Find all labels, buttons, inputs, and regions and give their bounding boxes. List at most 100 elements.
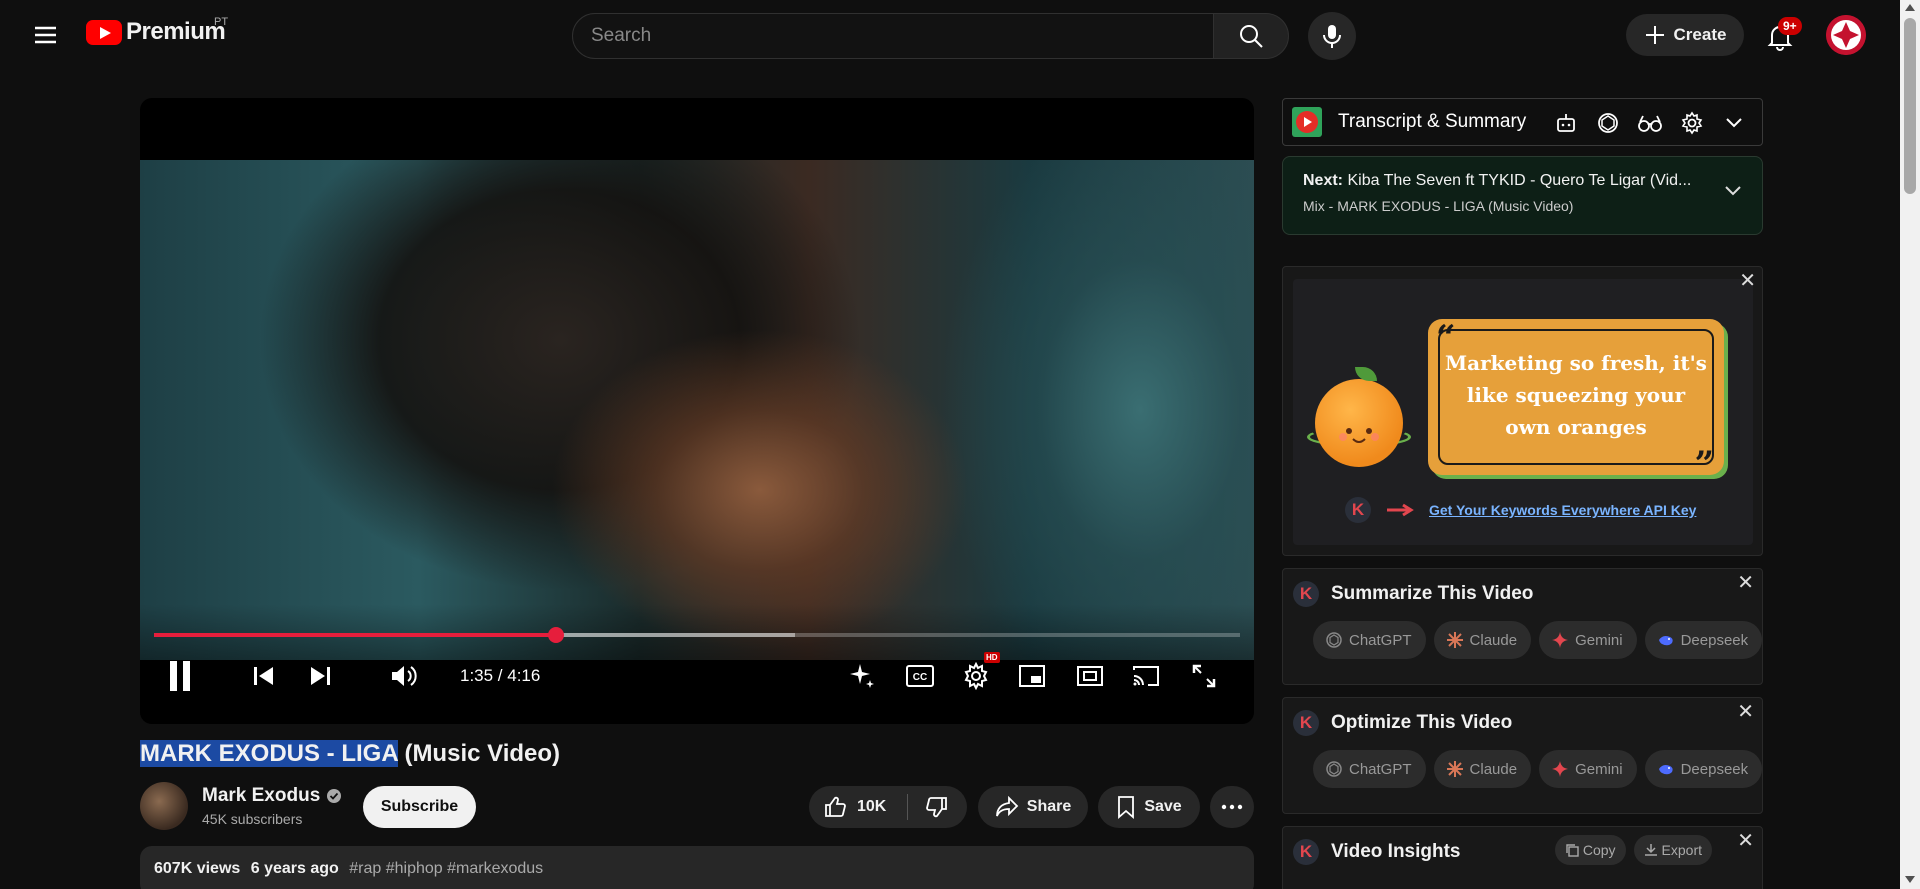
transcript-summary-bar[interactable]: Transcript & Summary xyxy=(1282,98,1763,146)
gemini-icon xyxy=(1551,760,1569,778)
settings-gear-icon[interactable] xyxy=(1678,109,1706,137)
youtube-logo-icon xyxy=(86,19,122,45)
captions-button[interactable]: CC xyxy=(900,654,940,698)
skip-next-icon xyxy=(311,667,330,685)
fullscreen-button[interactable] xyxy=(1184,654,1224,698)
dislike-button[interactable] xyxy=(908,786,966,828)
cast-button[interactable] xyxy=(1126,654,1166,698)
next-button[interactable] xyxy=(300,654,340,698)
progress-bar[interactable] xyxy=(154,627,1240,643)
like-dislike-group: 10K xyxy=(809,786,967,828)
ai-label: Gemini xyxy=(1575,631,1623,649)
logo-text: Premium xyxy=(126,18,226,45)
video-title-rest: (Music Video) xyxy=(397,740,561,767)
ad-banner[interactable]: “ Marketing so fresh, it's like squeezin… xyxy=(1293,279,1753,545)
chatgpt-icon xyxy=(1325,631,1343,649)
create-label: Create xyxy=(1673,25,1727,44)
video-frame[interactable] xyxy=(140,160,1254,660)
optimize-deepseek-button[interactable]: Deepseek xyxy=(1644,750,1763,788)
summarize-gemini-button[interactable]: Gemini xyxy=(1539,621,1637,659)
chatgpt-icon[interactable] xyxy=(1594,109,1622,137)
transcript-extension-logo xyxy=(1292,107,1322,137)
hashtags[interactable]: #rap #hiphop #markexodus xyxy=(349,860,543,877)
account-avatar[interactable] xyxy=(1826,15,1866,55)
export-button[interactable]: Export xyxy=(1633,835,1712,865)
youtube-premium-logo[interactable]: Premium xyxy=(86,18,226,46)
gear-icon xyxy=(964,662,988,690)
save-button[interactable]: Save xyxy=(1098,786,1200,828)
miniplayer-icon xyxy=(1019,665,1045,687)
keywords-everywhere-logo: K xyxy=(1293,710,1319,736)
ai-label: Claude xyxy=(1469,631,1518,649)
pause-button[interactable] xyxy=(158,654,202,698)
glasses-icon[interactable] xyxy=(1636,109,1664,137)
more-actions-button[interactable] xyxy=(1210,786,1254,828)
insights-title: Video Insights xyxy=(1331,841,1461,862)
search-input[interactable] xyxy=(573,14,1213,58)
masthead: Premium PT Create 9+ xyxy=(0,0,1900,70)
verified-icon xyxy=(327,789,342,803)
subscriber-count: 45K subscribers xyxy=(202,811,303,827)
page-scrollbar[interactable] xyxy=(1900,0,1920,889)
summarize-claude-button[interactable]: Claude xyxy=(1433,621,1532,659)
description-box[interactable]: 607K views 6 years ago #rap #hiphop #mar… xyxy=(140,846,1254,889)
deepseek-icon xyxy=(1657,760,1675,778)
bookmark-icon xyxy=(1118,796,1135,819)
optimize-chatgpt-button[interactable]: ChatGPT xyxy=(1313,750,1426,788)
close-ad-icon[interactable]: ✕ xyxy=(1739,271,1756,291)
optimize-gemini-button[interactable]: Gemini xyxy=(1539,750,1637,788)
api-key-link[interactable]: Get Your Keywords Everywhere API Key xyxy=(1429,502,1696,518)
share-button[interactable]: Share xyxy=(978,786,1088,828)
share-label: Share xyxy=(1026,798,1072,815)
ad-quote-text: Marketing so fresh, it's like squeezing … xyxy=(1445,351,1707,439)
theater-mode-button[interactable] xyxy=(1070,654,1110,698)
close-insights-icon[interactable]: ✕ xyxy=(1737,831,1754,851)
copy-button[interactable]: Copy xyxy=(1554,835,1626,865)
subscribe-button[interactable]: Subscribe xyxy=(363,786,476,828)
chevron-down-icon[interactable] xyxy=(1720,109,1748,137)
next-up-panel[interactable]: Next: Kiba The Seven ft TYKID - Quero Te… xyxy=(1282,156,1763,235)
player-controls: 1:35 / 4:16 CC HD xyxy=(140,652,1254,704)
settings-button[interactable]: HD xyxy=(956,652,1000,698)
save-label: Save xyxy=(1144,798,1182,815)
ai-label: Claude xyxy=(1469,760,1518,778)
close-summarize-icon[interactable]: ✕ xyxy=(1737,573,1754,593)
scroll-down-arrow-icon[interactable] xyxy=(1905,876,1915,883)
ai-label: Deepseek xyxy=(1680,631,1749,649)
progress-scrubber[interactable] xyxy=(547,627,564,643)
thumbs-up-icon xyxy=(825,796,846,817)
optimize-claude-button[interactable]: Claude xyxy=(1433,750,1532,788)
summarize-chatgpt-button[interactable]: ChatGPT xyxy=(1313,621,1426,659)
channel-avatar[interactable] xyxy=(140,782,188,830)
robot-icon[interactable] xyxy=(1552,109,1580,137)
view-count: 607K views xyxy=(154,860,241,877)
expand-playlist-icon[interactable] xyxy=(1724,185,1742,196)
previous-button[interactable] xyxy=(244,654,284,698)
like-button[interactable]: 10K xyxy=(809,786,907,828)
video-player[interactable]: 1:35 / 4:16 CC HD xyxy=(140,98,1254,724)
create-button[interactable]: Create xyxy=(1626,14,1744,56)
ai-sparkle-button[interactable] xyxy=(842,654,882,698)
keywords-everywhere-ad: “ Marketing so fresh, it's like squeezin… xyxy=(1282,266,1763,556)
volume-button[interactable] xyxy=(382,654,426,698)
channel-name-link[interactable]: Mark Exodus xyxy=(202,785,342,807)
scroll-up-arrow-icon[interactable] xyxy=(1905,4,1915,11)
scroll-thumb[interactable] xyxy=(1904,18,1916,194)
summarize-deepseek-button[interactable]: Deepseek xyxy=(1644,621,1763,659)
optimize-header: K Optimize This Video xyxy=(1293,710,1512,736)
voice-search-button[interactable] xyxy=(1308,12,1356,60)
cast-icon xyxy=(1133,666,1159,686)
miniplayer-button[interactable] xyxy=(1012,654,1052,698)
next-label: Next: xyxy=(1303,172,1344,189)
keywords-everywhere-logo: K xyxy=(1293,581,1319,607)
claude-icon xyxy=(1446,760,1464,778)
menu-icon[interactable] xyxy=(28,20,62,50)
thumbs-down-icon xyxy=(926,797,947,818)
svg-text:CC: CC xyxy=(913,672,927,683)
country-code: PT xyxy=(214,16,229,28)
closed-captions-icon: CC xyxy=(906,665,934,687)
close-optimize-icon[interactable]: ✕ xyxy=(1737,702,1754,722)
upload-age: 6 years ago xyxy=(250,860,339,877)
search-button[interactable] xyxy=(1213,13,1289,59)
sparkle-icon xyxy=(850,664,874,688)
